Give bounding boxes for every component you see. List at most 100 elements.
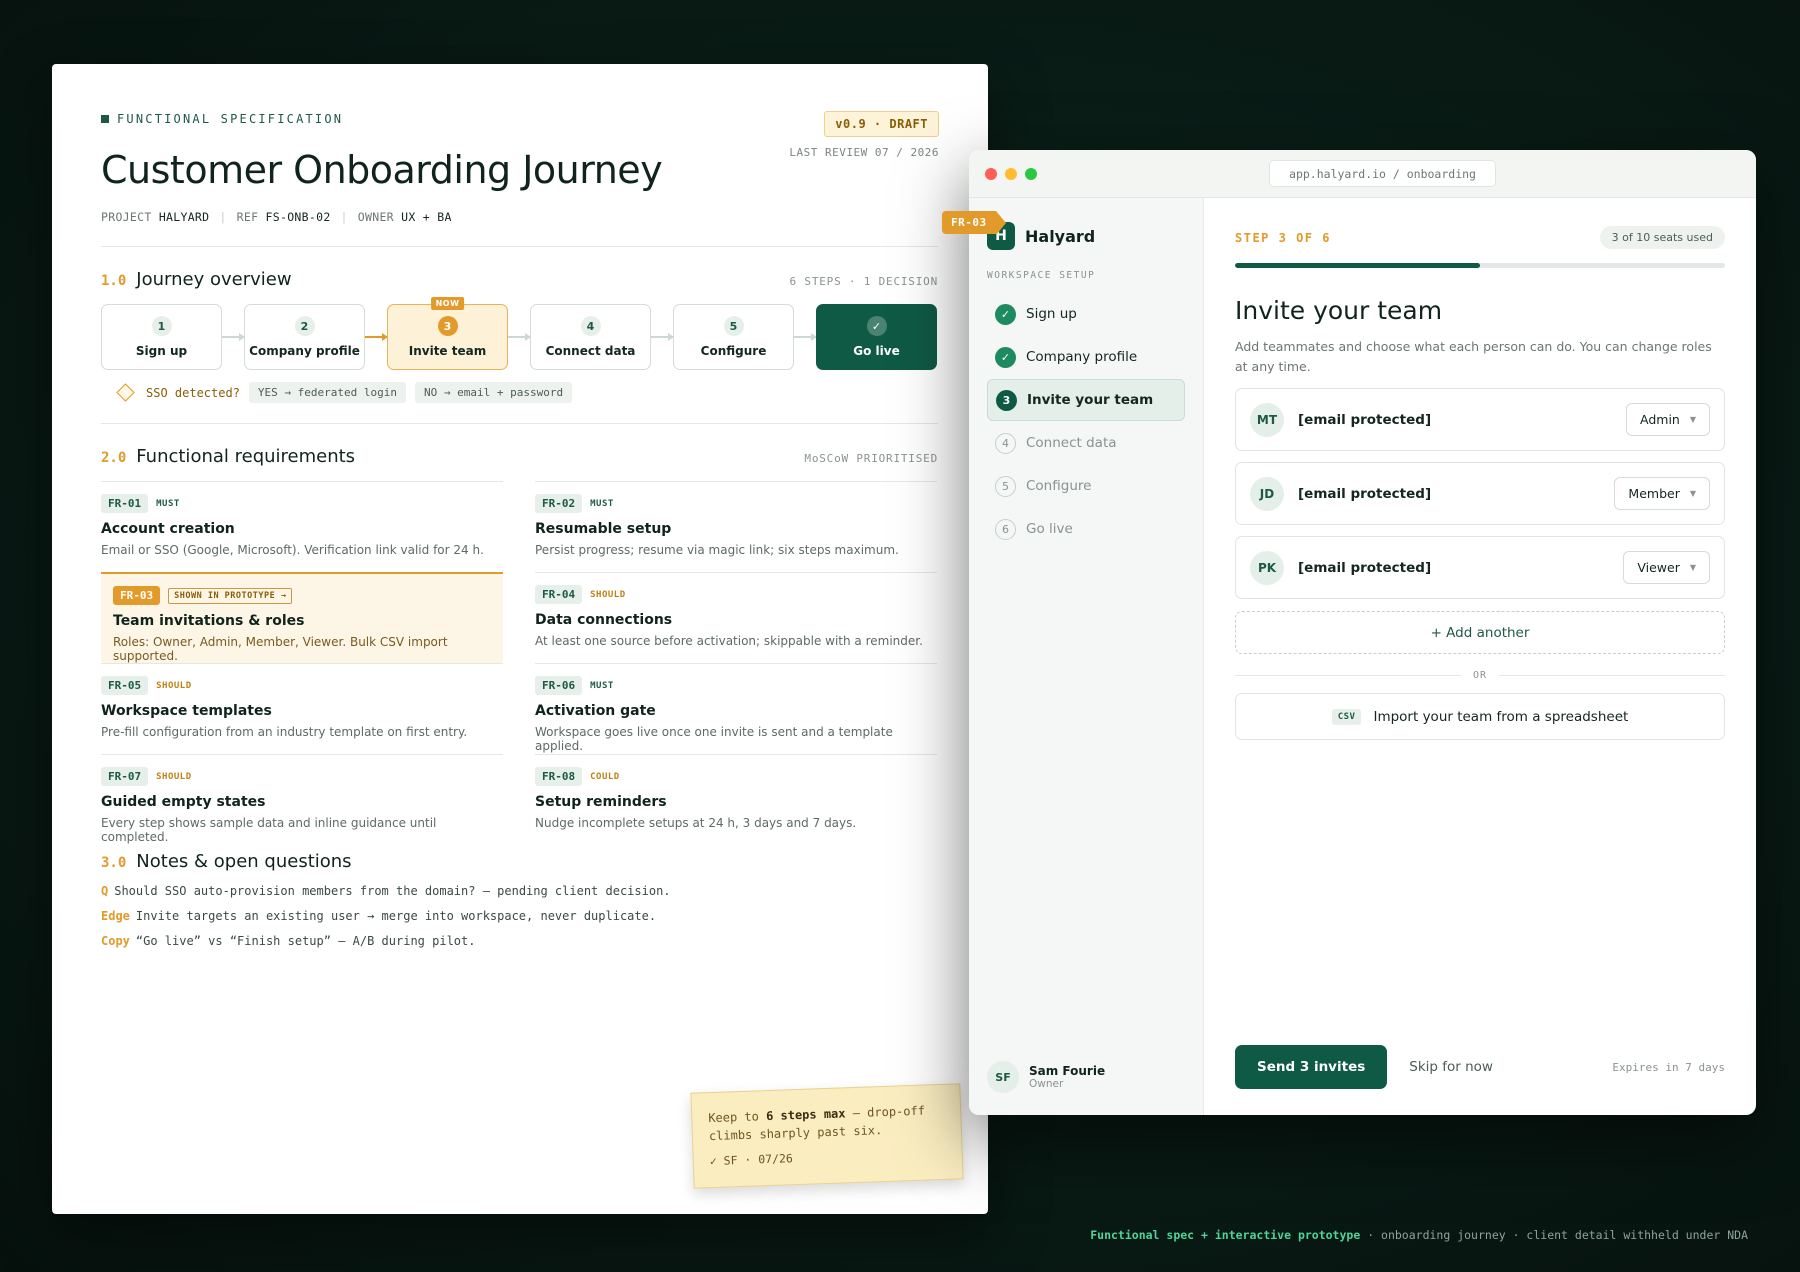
divider [101, 246, 938, 247]
doc-meta: PROJECT HALYARD | REF FS-ONB-02 | OWNER … [101, 210, 452, 224]
decision-yes: YES → federated login [248, 382, 406, 403]
nav-item-go-live[interactable]: 6 Go live [987, 508, 1185, 550]
check-icon: ✓ [866, 316, 887, 336]
section-requirements-header: 2.0 Functional requirements MoSCoW PRIOR… [101, 446, 938, 467]
step-connector [365, 333, 388, 341]
doc-eyebrow: FUNCTIONAL SPECIFICATION [101, 112, 938, 126]
journey-step: 5 Configure [673, 304, 794, 370]
avatar: SF [987, 1061, 1019, 1093]
nav-item-sign-up[interactable]: ✓ Sign up [987, 293, 1185, 335]
section-title: Notes & open questions [136, 851, 352, 872]
nav-item-configure[interactable]: 5 Configure [987, 465, 1185, 507]
invite-email[interactable]: [email protected] [1298, 486, 1614, 502]
sso-decision: SSO detected? YES → federated login NO →… [116, 382, 938, 403]
section-summary: MoSCoW PRIORITISED [804, 452, 938, 465]
user-profile[interactable]: SF Sam Fourie Owner [987, 1061, 1105, 1093]
setup-nav: ✓ Sign up ✓ Company profile 3 Invite your t… [987, 293, 1185, 550]
meta-owner: OWNER UX + BA [357, 210, 452, 224]
requirement-fr-04: FR-04 SHOULD Data connections At least one… [535, 572, 937, 663]
requirement-fr-05: FR-05 SHOULD Workspace templates Pre-fill … [101, 663, 503, 754]
prototype-tag: SHOWN IN PROTOTYPE → [168, 587, 293, 604]
nav-item-connect-data[interactable]: 4 Connect data [987, 422, 1185, 464]
decision-no: NO → email + password [415, 382, 573, 403]
version-badge: v0.9 · DRAFT [824, 111, 939, 137]
send-invites-button[interactable]: Send 3 invites [1235, 1045, 1388, 1089]
step-label: STEP 3 OF 6 [1235, 230, 1331, 245]
requirements-grid: FR-01 MUST Account creation Email or SSO (… [101, 481, 938, 845]
role-select[interactable]: Admin ▼ [1626, 403, 1710, 436]
step-header: STEP 3 OF 6 3 of 10 seats used [1235, 226, 1725, 249]
last-review: LAST REVIEW 07 / 2026 [789, 146, 939, 159]
section-number: 2.0 [101, 450, 127, 466]
note-item: Edge Invite targets an existing user → me… [101, 909, 657, 923]
decision-question: SSO detected? [146, 385, 240, 400]
requirement-fr-06: FR-06 MUST Activation gate Workspace goes … [535, 663, 937, 754]
meta-project: PROJECT HALYARD [101, 210, 210, 224]
chevron-down-icon: ▼ [1689, 489, 1696, 498]
invite-row: MT [email protected] Admin ▼ [1235, 388, 1725, 451]
maximize-window-button[interactable] [1025, 168, 1037, 180]
requirement-fr-08: FR-08 COULD Setup reminders Nudge incomple… [535, 754, 937, 845]
csv-icon: CSV [1331, 708, 1362, 725]
diamond-icon [116, 383, 135, 402]
invite-email[interactable]: [email protected] [1298, 412, 1626, 428]
step-connector [222, 333, 245, 341]
journey-step: 2 Company profile [244, 304, 365, 370]
role-select[interactable]: Member ▼ [1614, 477, 1710, 510]
panel-footer: Send 3 invites Skip for now Expires in 7… [1235, 1045, 1725, 1089]
footer-caption: Functional spec + interactive prototype … [1090, 1228, 1748, 1242]
page-subtitle: Add teammates and choose what each perso… [1235, 339, 1712, 374]
close-window-button[interactable] [985, 168, 997, 180]
meta-ref: REF FS-ONB-02 [236, 210, 331, 224]
step-connector [651, 333, 674, 341]
check-icon: ✓ [995, 303, 1016, 325]
step-connector [508, 333, 531, 341]
invite-panel: STEP 3 OF 6 3 of 10 seats used Invite yo… [1235, 198, 1725, 1115]
invite-email[interactable]: [email protected] [1298, 560, 1623, 576]
divider [101, 423, 938, 424]
import-csv-button[interactable]: CSV Import your team from a spreadsheet [1235, 693, 1725, 740]
invite-row: JD [email protected] Member ▼ [1235, 462, 1725, 525]
step-connector [794, 333, 817, 341]
section-title: Functional requirements [136, 446, 356, 467]
user-name: Sam Fourie [1029, 1064, 1106, 1078]
chevron-down-icon: ▼ [1689, 415, 1696, 424]
sidebar-caption: WORKSPACE SETUP [987, 270, 1096, 281]
section-number: 3.0 [101, 855, 127, 871]
journey-step-final: ✓ Go live [816, 304, 937, 370]
note-item: Q Should SSO auto-provision members from … [101, 884, 671, 898]
invite-row: PK [email protected] Viewer ▼ [1235, 536, 1725, 599]
spec-document: FUNCTIONAL SPECIFICATION v0.9 · DRAFT LA… [52, 64, 988, 1214]
nav-item-company-profile[interactable]: ✓ Company profile [987, 336, 1185, 378]
seats-badge: 3 of 10 seats used [1599, 226, 1725, 249]
address-bar[interactable]: app.halyard.io / onboarding [1269, 160, 1496, 187]
minimize-window-button[interactable] [1005, 168, 1017, 180]
section-overview-header: 1.0 Journey overview 6 STEPS · 1 DECISIO… [101, 269, 938, 290]
nav-item-invite-team[interactable]: 3 Invite your team [987, 379, 1185, 421]
import-label: Import your team from a spreadsheet [1373, 708, 1629, 725]
brand-name: Halyard [1025, 226, 1096, 246]
user-role: Owner [1029, 1078, 1064, 1090]
requirement-fr-01: FR-01 MUST Account creation Email or SSO (… [101, 481, 503, 572]
avatar: MT [1250, 402, 1284, 437]
now-badge: NOW [430, 297, 465, 310]
brand: H Halyard [987, 222, 1185, 250]
add-another-button[interactable]: + Add another [1235, 611, 1725, 654]
avatar: PK [1250, 550, 1284, 585]
section-title: Journey overview [136, 269, 292, 290]
fr-03-callout: FR-03 [942, 211, 1006, 235]
requirement-fr-07: FR-07 SHOULD Guided empty states Every ste… [101, 754, 503, 845]
page-title: Invite your team [1235, 296, 1443, 325]
section-summary: 6 STEPS · 1 DECISION [789, 275, 938, 288]
sticky-note: Keep to 6 steps max — drop-off climbs sh… [690, 1083, 964, 1189]
window-titlebar: app.halyard.io / onboarding [969, 150, 1756, 198]
avatar: JD [1250, 476, 1284, 511]
sticky-signature: ✓ SF · 07/26 [709, 1151, 794, 1169]
journey-step: 1 Sign up [101, 304, 222, 370]
setup-sidebar: H Halyard WORKSPACE SETUP ✓ Sign up ✓ Comp… [969, 198, 1204, 1115]
progress-bar [1235, 263, 1725, 268]
skip-button[interactable]: Skip for now [1409, 1059, 1493, 1075]
notes-list: Q Should SSO auto-provision members from … [101, 884, 938, 948]
role-select[interactable]: Viewer ▼ [1623, 551, 1710, 584]
journey-steps: 1 Sign up 2 Company profile NOW 3 Invite tea… [101, 297, 938, 370]
